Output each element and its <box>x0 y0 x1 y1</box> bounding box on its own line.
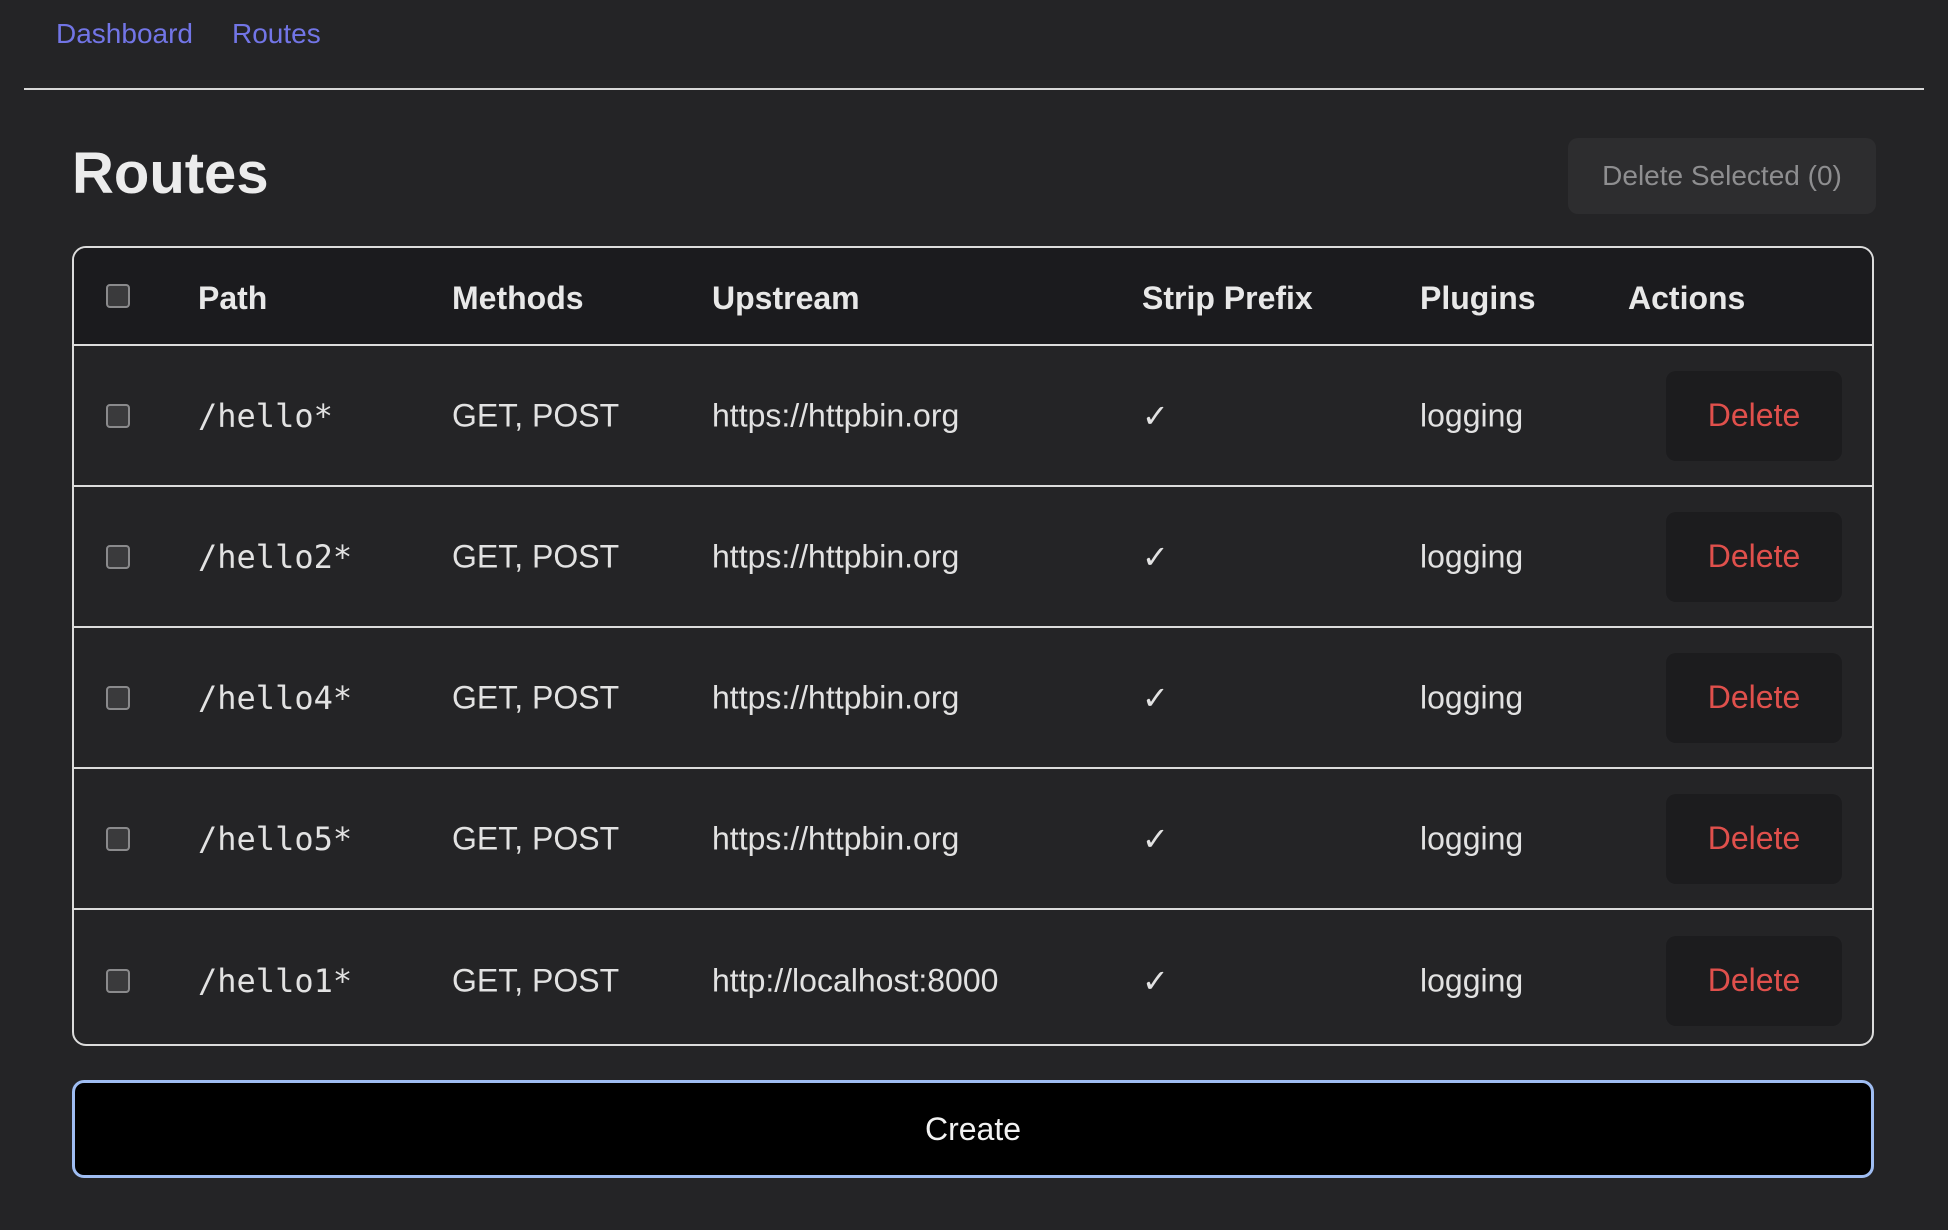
row-checkbox[interactable] <box>106 685 130 710</box>
route-plugins: logging <box>1420 397 1524 433</box>
table-row: /hello1* GET, POST http://localhost:8000… <box>74 910 1872 1044</box>
row-checkbox[interactable] <box>106 826 130 851</box>
route-upstream: https://httpbin.org <box>712 679 960 715</box>
create-route-button[interactable]: Create <box>72 1080 1874 1178</box>
delete-route-button[interactable]: Delete <box>1666 370 1842 461</box>
delete-route-button[interactable]: Delete <box>1666 511 1842 602</box>
route-plugins: logging <box>1420 962 1524 998</box>
route-path: /hello4* <box>198 678 353 717</box>
route-upstream: https://httpbin.org <box>712 820 960 856</box>
column-header-strip-prefix: Strip Prefix <box>1142 280 1313 316</box>
row-checkbox[interactable] <box>106 544 130 569</box>
column-header-actions: Actions <box>1628 280 1746 316</box>
route-path: /hello1* <box>198 961 353 1000</box>
table-row: /hello2* GET, POST https://httpbin.org ✓… <box>74 487 1872 628</box>
route-methods: GET, POST <box>452 962 620 998</box>
route-upstream: https://httpbin.org <box>712 397 960 433</box>
row-checkbox[interactable] <box>106 968 130 993</box>
column-header-plugins: Plugins <box>1420 280 1536 316</box>
route-plugins: logging <box>1420 679 1524 715</box>
nav-link-dashboard[interactable]: Dashboard <box>56 18 193 50</box>
strip-prefix-check-icon: ✓ <box>1142 962 1169 999</box>
top-navigation: Dashboard Routes <box>24 0 1924 90</box>
page-title: Routes <box>72 141 269 206</box>
route-methods: GET, POST <box>452 538 620 574</box>
route-path: /hello5* <box>198 819 353 858</box>
delete-route-button[interactable]: Delete <box>1666 793 1842 884</box>
route-path: /hello* <box>198 396 333 435</box>
row-checkbox[interactable] <box>106 403 130 428</box>
nav-link-routes[interactable]: Routes <box>232 18 321 50</box>
strip-prefix-check-icon: ✓ <box>1142 538 1169 575</box>
column-header-path: Path <box>198 280 268 316</box>
route-upstream: http://localhost:8000 <box>712 962 999 998</box>
routes-table: Path Methods Upstream Strip Prefix Plugi… <box>72 246 1874 1046</box>
strip-prefix-check-icon: ✓ <box>1142 397 1169 434</box>
table-row: /hello4* GET, POST https://httpbin.org ✓… <box>74 628 1872 769</box>
route-plugins: logging <box>1420 820 1524 856</box>
delete-route-button[interactable]: Delete <box>1666 652 1842 743</box>
route-methods: GET, POST <box>452 397 620 433</box>
route-plugins: logging <box>1420 538 1524 574</box>
delete-route-button[interactable]: Delete <box>1666 935 1842 1026</box>
table-row: /hello* GET, POST https://httpbin.org ✓ … <box>74 346 1872 487</box>
select-all-checkbox[interactable] <box>106 284 130 308</box>
delete-selected-button[interactable]: Delete Selected (0) <box>1568 138 1876 214</box>
strip-prefix-check-icon: ✓ <box>1142 820 1169 857</box>
route-upstream: https://httpbin.org <box>712 538 960 574</box>
strip-prefix-check-icon: ✓ <box>1142 679 1169 716</box>
column-header-methods: Methods <box>452 280 584 316</box>
column-header-upstream: Upstream <box>712 280 860 316</box>
route-methods: GET, POST <box>452 820 620 856</box>
table-header: Path Methods Upstream Strip Prefix Plugi… <box>74 248 1872 346</box>
route-methods: GET, POST <box>452 679 620 715</box>
table-row: /hello5* GET, POST https://httpbin.org ✓… <box>74 769 1872 910</box>
route-path: /hello2* <box>198 537 353 576</box>
